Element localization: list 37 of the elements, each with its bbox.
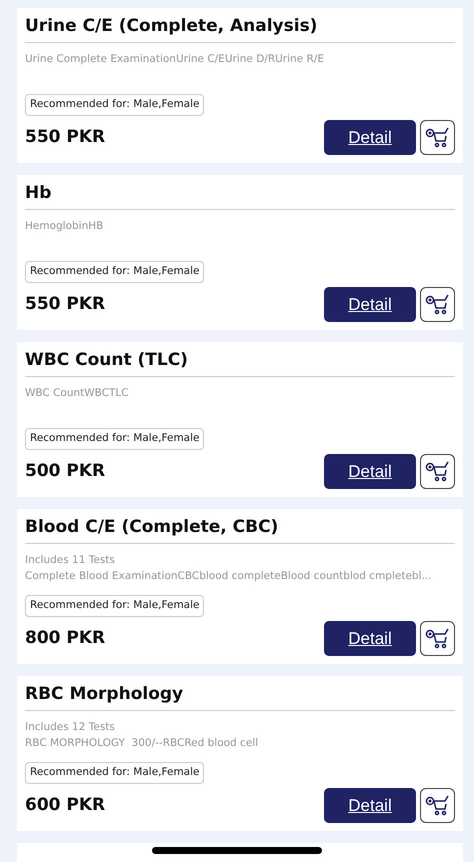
- price: 600 PKR: [25, 794, 106, 817]
- add-to-cart-button[interactable]: [420, 621, 455, 656]
- recommended-tag: Recommended for: Male,Female: [25, 428, 204, 450]
- detail-button[interactable]: Detail: [324, 454, 416, 489]
- recommended-tag: Recommended for: Male,Female: [25, 595, 204, 617]
- detail-button[interactable]: Detail: [324, 120, 416, 155]
- cart-add-icon: [424, 294, 450, 316]
- test-description: RBC MORPHOLOGY 300/--RBCRed blood cell: [25, 736, 260, 750]
- add-to-cart-button[interactable]: [420, 287, 455, 322]
- test-title: RBC Morphology: [25, 682, 455, 710]
- add-to-cart-button[interactable]: [420, 454, 455, 489]
- cart-add-icon: [424, 126, 450, 148]
- test-title: Urine C/E (Complete, Analysis): [25, 14, 455, 42]
- test-description: Includes 11 Tests: [25, 552, 116, 568]
- recommended-tag: Recommended for: Male,Female: [25, 94, 204, 116]
- test-title: Hb: [25, 181, 455, 210]
- cart-add-icon: [424, 460, 450, 482]
- test-description: Complete Blood ExaminationCBCblood completeBlood countblod cmpletebl...: [25, 568, 433, 584]
- add-to-cart-button[interactable]: [420, 120, 455, 155]
- test-description: Includes 12 Tests: [25, 720, 116, 734]
- detail-button[interactable]: Detail: [324, 287, 416, 322]
- price: 550 PKR: [25, 292, 106, 316]
- cart-add-icon: [424, 628, 450, 650]
- test-title: Blood C/E (Complete, CBC): [25, 515, 455, 544]
- recommended-tag: Recommended for: Male,Female: [25, 762, 204, 784]
- detail-button[interactable]: Detail: [324, 788, 416, 823]
- test-description: HemoglobinHB: [25, 218, 104, 234]
- cart-add-icon: [424, 794, 450, 816]
- recommended-tag: Recommended for: Male,Female: [25, 261, 204, 283]
- test-description: WBC CountWBCTLC: [25, 386, 130, 400]
- test-description: Urine Complete ExaminationUrine C/EUrine D/RUrine R/E: [25, 52, 325, 66]
- add-to-cart-button[interactable]: [420, 788, 455, 823]
- price: 550 PKR: [25, 126, 106, 149]
- detail-button[interactable]: Detail: [324, 621, 416, 656]
- test-title: WBC Count (TLC): [25, 348, 455, 376]
- price: 500 PKR: [25, 460, 106, 483]
- price: 800 PKR: [25, 626, 106, 650]
